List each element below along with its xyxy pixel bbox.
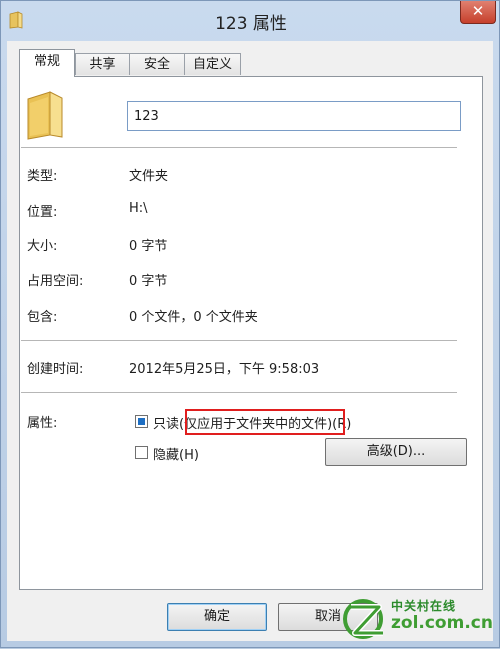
created-label: 创建时间: <box>27 362 84 377</box>
tab-sharing[interactable]: 共享 <box>75 53 130 75</box>
location-label: 位置: <box>27 205 58 220</box>
tab-general[interactable]: 常规 <box>19 49 75 77</box>
close-icon: ✕ <box>471 2 485 20</box>
readonly-checkbox[interactable] <box>135 415 148 428</box>
hidden-checkbox[interactable] <box>135 446 148 459</box>
general-panel <box>19 76 483 590</box>
location-value: H:\ <box>129 201 148 216</box>
separator <box>21 392 457 393</box>
contains-value: 0 个文件，0 个文件夹 <box>129 310 258 325</box>
ok-button[interactable]: 确定 <box>167 603 267 631</box>
close-button[interactable]: ✕ <box>460 1 496 24</box>
separator <box>21 147 457 148</box>
window-title: 123 属性 <box>215 14 287 34</box>
size-on-disk-label: 占用空间: <box>27 274 84 289</box>
tab-customize[interactable]: 自定义 <box>184 53 241 75</box>
folder-name-input[interactable] <box>127 101 461 131</box>
advanced-button[interactable]: 高级(D)... <box>325 438 467 466</box>
separator <box>21 340 457 341</box>
title-bar[interactable]: 123 属性 ✕ <box>1 1 500 41</box>
size-value: 0 字节 <box>129 239 168 254</box>
type-label: 类型: <box>27 169 58 184</box>
folder-icon <box>27 91 63 140</box>
highlight-box <box>185 409 345 435</box>
size-on-disk-value: 0 字节 <box>129 274 168 289</box>
watermark-brand-url: zol.com.cn <box>391 613 493 633</box>
created-value: 2012年5月25日，下午 9:58:03 <box>129 362 320 377</box>
watermark-logo: 中关村在线 zol.com.cn <box>341 589 500 649</box>
tab-security[interactable]: 安全 <box>129 53 185 75</box>
type-value: 文件夹 <box>129 169 169 184</box>
watermark-brand-cn: 中关村在线 <box>391 599 457 613</box>
attributes-label: 属性: <box>27 416 58 431</box>
hidden-label[interactable]: 隐藏(H) <box>153 444 199 463</box>
properties-window: 123 属性 ✕ 常规 共享 安全 自定义 类型: 文件夹 位置: H:\ 大小… <box>0 0 500 648</box>
contains-label: 包含: <box>27 310 58 325</box>
zol-logo-icon <box>343 599 383 639</box>
size-label: 大小: <box>27 239 58 254</box>
dialog-client-area: 常规 共享 安全 自定义 类型: 文件夹 位置: H:\ 大小: 0 字节 占用… <box>7 41 493 641</box>
